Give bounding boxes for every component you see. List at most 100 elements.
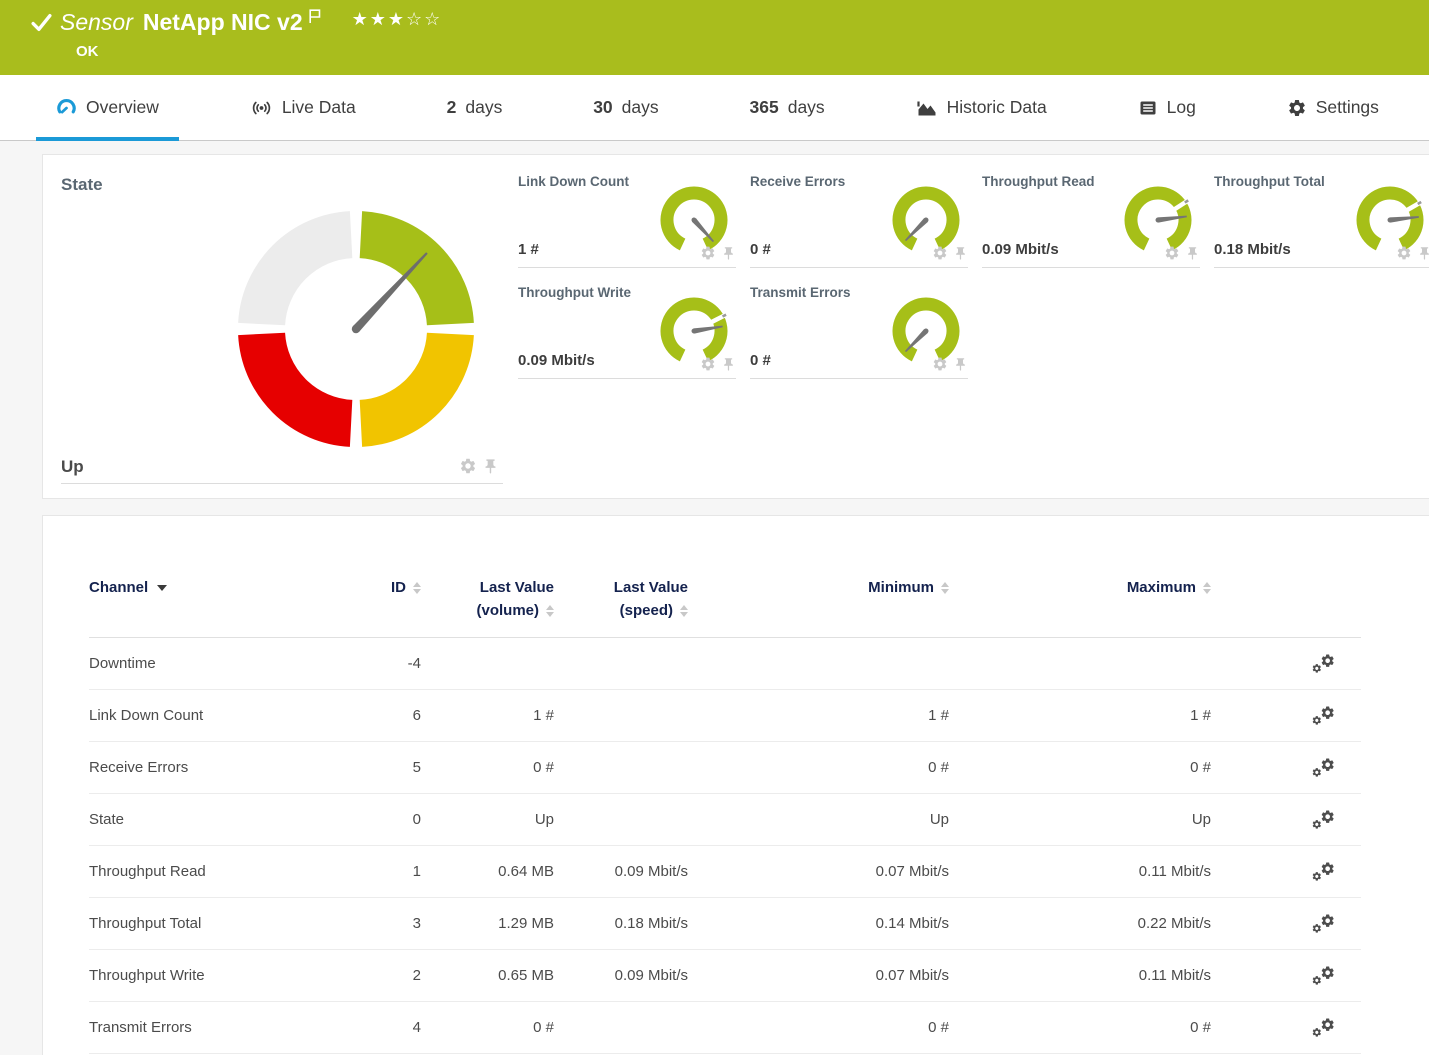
cell-minimum: 1 #	[688, 690, 949, 742]
cell-maximum	[949, 638, 1211, 690]
gauge-tile-link-down-count[interactable]: Link Down Count 1 #	[518, 167, 736, 268]
tab-2-days[interactable]: 2 days	[427, 75, 523, 140]
settings-gear-icon	[1287, 98, 1307, 118]
cell-maximum: 0 #	[949, 1002, 1211, 1054]
cell-maximum: 0 #	[949, 742, 1211, 794]
tab-label: Settings	[1316, 97, 1379, 118]
cell-minimum: 0.14 Mbit/s	[688, 898, 949, 950]
gauge-settings-icon[interactable]	[1396, 245, 1412, 261]
table-row-throughput-write[interactable]: Throughput Write 2 0.65 MB 0.09 Mbit/s 0…	[89, 950, 1361, 1002]
ok-check-icon	[30, 11, 53, 34]
sort-icon[interactable]	[941, 582, 949, 594]
gauge-tile-throughput-total[interactable]: Throughput Total 0.18 Mbit/s	[1214, 167, 1429, 268]
column-header-last-value-speed[interactable]: Last Value (speed)	[554, 576, 688, 638]
tile-actions	[700, 356, 736, 372]
pin-icon[interactable]	[1417, 246, 1429, 261]
column-header-minimum[interactable]: Minimum	[688, 576, 949, 638]
tab-log[interactable]: Log	[1118, 75, 1216, 140]
gauge-value: 0.18 Mbit/s	[1214, 241, 1291, 258]
gauge-settings-icon[interactable]	[1164, 245, 1180, 261]
column-header-actions	[1211, 576, 1361, 638]
cell-last-value-volume: 0.65 MB	[421, 950, 554, 1002]
gauge-settings-icon[interactable]	[459, 457, 477, 475]
flag-icon[interactable]	[308, 8, 322, 24]
channel-settings-icon[interactable]	[1311, 861, 1335, 883]
tab-30-days[interactable]: 30 days	[573, 75, 678, 140]
pin-icon[interactable]	[482, 458, 499, 475]
sort-icon[interactable]	[546, 605, 554, 617]
tab-label: days	[465, 97, 502, 118]
channel-settings-icon[interactable]	[1311, 965, 1335, 987]
gauge-settings-icon[interactable]	[700, 245, 716, 261]
cell-channel: Throughput Read	[89, 846, 379, 898]
column-header-last-value-volume[interactable]: Last Value (volume)	[421, 576, 554, 638]
channel-settings-icon[interactable]	[1311, 653, 1335, 675]
column-header-id[interactable]: ID	[379, 576, 421, 638]
tile-actions	[700, 245, 736, 261]
state-gauge-tile[interactable]: State Up	[61, 167, 503, 484]
tab-label: days	[788, 97, 825, 118]
cell-last-value-speed: 0.09 Mbit/s	[554, 846, 688, 898]
table-row-throughput-total[interactable]: Throughput Total 3 1.29 MB 0.18 Mbit/s 0…	[89, 898, 1361, 950]
sensor-status: OK	[76, 43, 99, 60]
cell-last-value-speed	[554, 638, 688, 690]
cell-last-value-volume: 0.64 MB	[421, 846, 554, 898]
priority-stars[interactable]: ★★★☆☆	[352, 7, 443, 33]
state-gauge-value: Up	[61, 457, 84, 477]
table-row-downtime[interactable]: Downtime -4	[89, 638, 1361, 690]
gauges-panel: State Up	[42, 154, 1429, 499]
gauge-value: 0 #	[750, 352, 771, 369]
table-row-receive-errors[interactable]: Receive Errors 5 0 # 0 # 0 #	[89, 742, 1361, 794]
tab-settings[interactable]: Settings	[1267, 75, 1399, 140]
tab-label: days	[622, 97, 659, 118]
column-header-maximum[interactable]: Maximum	[949, 576, 1211, 638]
sort-icon[interactable]	[413, 582, 421, 594]
tab-number: 30	[593, 97, 612, 118]
gauge-tile-transmit-errors[interactable]: Transmit Errors 0 #	[750, 278, 968, 379]
pin-icon[interactable]	[953, 246, 968, 261]
tab-number: 365	[750, 97, 779, 118]
channel-settings-icon[interactable]	[1311, 705, 1335, 727]
table-row-transmit-errors[interactable]: Transmit Errors 4 0 # 0 # 0 #	[89, 1002, 1361, 1054]
gauge-settings-icon[interactable]	[700, 356, 716, 372]
gauge-tile-throughput-write[interactable]: Throughput Write 0.09 Mbit/s	[518, 278, 736, 379]
gauge-tile-throughput-read[interactable]: Throughput Read 0.09 Mbit/s	[982, 167, 1200, 268]
cell-minimum: 0 #	[688, 742, 949, 794]
gauge-settings-icon[interactable]	[932, 245, 948, 261]
cell-channel: Receive Errors	[89, 742, 379, 794]
live-data-icon	[250, 98, 273, 118]
channel-settings-icon[interactable]	[1311, 809, 1335, 831]
tile-actions	[1164, 245, 1200, 261]
tab-live-data[interactable]: Live Data	[230, 75, 376, 140]
pin-icon[interactable]	[953, 357, 968, 372]
sort-icon[interactable]	[1203, 582, 1211, 594]
column-header-channel[interactable]: Channel	[89, 576, 379, 638]
channel-settings-icon[interactable]	[1311, 1017, 1335, 1039]
state-donut-gauge	[206, 179, 506, 479]
channel-settings-icon[interactable]	[1311, 913, 1335, 935]
sort-icon[interactable]	[680, 605, 688, 617]
cell-channel: State	[89, 794, 379, 846]
cell-maximum: 1 #	[949, 690, 1211, 742]
cell-maximum: 0.11 Mbit/s	[949, 950, 1211, 1002]
channels-table: Channel ID Last Value (volume) Last Valu…	[89, 576, 1361, 1054]
table-row-link-down-count[interactable]: Link Down Count 6 1 # 1 # 1 #	[89, 690, 1361, 742]
sort-caret-icon	[157, 585, 167, 591]
cell-last-value-speed: 0.18 Mbit/s	[554, 898, 688, 950]
table-row-state[interactable]: State 0 Up Up Up	[89, 794, 1361, 846]
pin-icon[interactable]	[1185, 246, 1200, 261]
gauge-settings-icon[interactable]	[932, 356, 948, 372]
pin-icon[interactable]	[721, 357, 736, 372]
cell-minimum: Up	[688, 794, 949, 846]
tab-historic-data[interactable]: Historic Data	[896, 75, 1067, 140]
tab-365-days[interactable]: 365 days	[730, 75, 845, 140]
table-row-throughput-read[interactable]: Throughput Read 1 0.64 MB 0.09 Mbit/s 0.…	[89, 846, 1361, 898]
cell-id: 2	[379, 950, 421, 1002]
channel-settings-icon[interactable]	[1311, 757, 1335, 779]
gauge-needle	[690, 216, 715, 243]
tab-label: Overview	[86, 97, 159, 118]
gauge-tile-receive-errors[interactable]: Receive Errors 0 #	[750, 167, 968, 268]
tab-overview[interactable]: Overview	[36, 75, 179, 140]
cell-last-value-speed	[554, 794, 688, 846]
pin-icon[interactable]	[721, 246, 736, 261]
